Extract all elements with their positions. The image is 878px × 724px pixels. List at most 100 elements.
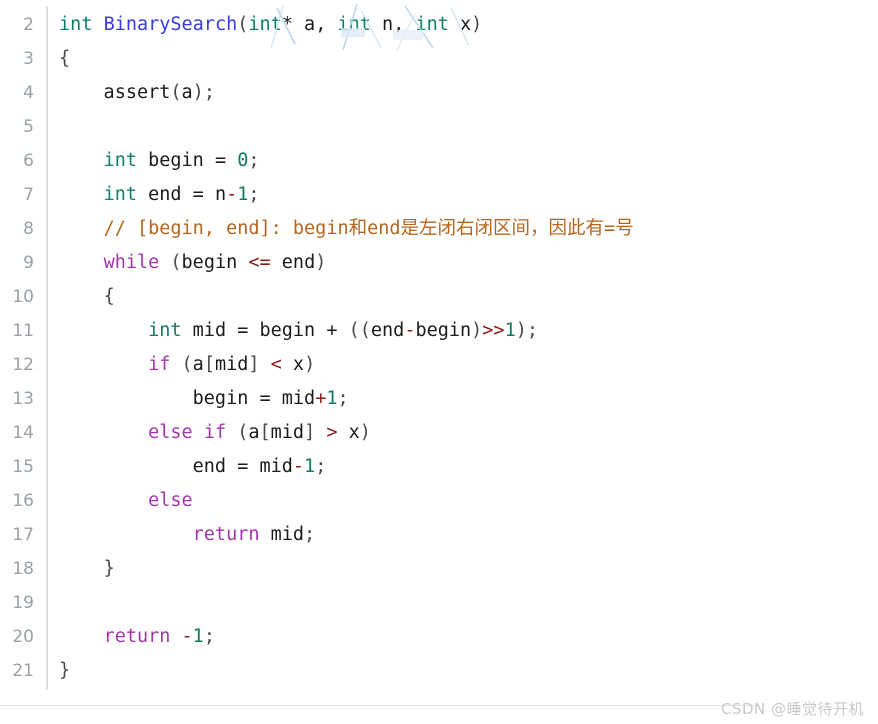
line-content[interactable] [45, 110, 878, 144]
code-lines-container[interactable]: 2 int BinarySearch(int* a, int n, int x) 3… [0, 8, 878, 688]
code-line[interactable]: 15 end = mid-1; [0, 450, 878, 484]
token-comment-cjk: 和 [348, 218, 368, 239]
line-number: 15 [12, 457, 34, 477]
token-punct: } [103, 558, 115, 579]
token-punct: ) [315, 252, 327, 273]
line-content[interactable] [45, 586, 878, 620]
line-content[interactable]: else if (a[mid] > x) [45, 416, 878, 450]
token-plain: x [281, 354, 305, 375]
token-comment-cjk: 是左闭右闭区间，因此有 [400, 218, 605, 239]
token-keyword: if [148, 354, 171, 375]
line-content[interactable]: return -1; [45, 620, 878, 654]
token-number: 0 [237, 150, 249, 171]
line-content[interactable]: { [45, 42, 878, 76]
code-line[interactable]: 21} [0, 654, 878, 688]
token-punct: ) [192, 82, 204, 103]
code-line[interactable]: 17 return mid; [0, 518, 878, 552]
token-plain: begin [415, 320, 472, 341]
line-content[interactable]: assert(a); [45, 76, 878, 110]
token-punct: ) [471, 320, 483, 341]
line-content[interactable]: int BinarySearch(int* a, int n, int x) [45, 8, 878, 42]
line-content[interactable]: // [begin, end]: begin和end是左闭右闭区间，因此有=号 [45, 212, 878, 246]
code-line[interactable]: 6 int begin = 0; [0, 144, 878, 178]
line-number: 21 [12, 661, 34, 681]
code-line[interactable]: 7 int end = n-1; [0, 178, 878, 212]
token-number: 1 [504, 320, 516, 341]
token-comment: // [begin, end]: begin [103, 218, 349, 239]
token-plain: mid [270, 422, 305, 443]
token-plain: end = n [136, 184, 227, 205]
token-punct: ; [248, 184, 260, 205]
line-content[interactable]: } [45, 552, 878, 586]
token-number: 1 [326, 388, 338, 409]
line-content[interactable]: if (a[mid] < x) [45, 348, 878, 382]
line-number: 14 [12, 423, 34, 443]
code-line[interactable]: 20 return -1; [0, 620, 878, 654]
token-plain: begin [181, 252, 249, 273]
code-line[interactable]: 13 begin = mid+1; [0, 382, 878, 416]
code-line[interactable]: 5 [0, 110, 878, 144]
token-plain: a [181, 82, 193, 103]
token-op: - [404, 320, 416, 341]
token-punct: ) [304, 354, 316, 375]
line-content[interactable]: { [45, 280, 878, 314]
line-content[interactable]: begin = mid+1; [45, 382, 878, 416]
code-line[interactable]: 11 int mid = begin + ((end-begin)>>1); [0, 314, 878, 348]
token-plain: assert [59, 82, 171, 103]
code-line[interactable]: 2 int BinarySearch(int* a, int n, int x) [0, 8, 878, 42]
code-line[interactable]: 16 else [0, 484, 878, 518]
code-line[interactable]: 8 // [begin, end]: begin和end是左闭右闭区间，因此有=… [0, 212, 878, 246]
token-punct: ; [315, 456, 327, 477]
bottom-divider [0, 705, 760, 706]
line-content[interactable]: return mid; [45, 518, 878, 552]
line-number: 8 [23, 219, 34, 239]
token-plain: end [270, 252, 316, 273]
token-op: + [315, 388, 327, 409]
token-type: int [148, 320, 182, 341]
line-content[interactable]: else [45, 484, 878, 518]
code-line[interactable]: 14 else if (a[mid] > x) [0, 416, 878, 450]
token-plain: end = mid [59, 456, 293, 477]
token-keyword: else [148, 490, 193, 511]
token-keyword: return [103, 626, 171, 647]
line-content[interactable]: end = mid-1; [45, 450, 878, 484]
token-type: int [59, 14, 93, 35]
code-line[interactable]: 9 while (begin <= end) [0, 246, 878, 280]
token-punct: ( [237, 422, 249, 443]
token-punct: ) [515, 320, 527, 341]
token-keyword: else [148, 422, 193, 443]
code-editor[interactable]: 2 int BinarySearch(int* a, int n, int x) 3… [0, 0, 878, 724]
token-punct: { [103, 286, 115, 307]
line-number: 20 [12, 627, 34, 647]
code-line[interactable]: 10 { [0, 280, 878, 314]
token-punct: ; [337, 388, 349, 409]
token-plain: begin = mid [59, 388, 316, 409]
line-content[interactable]: } [45, 654, 878, 688]
watermark-label: CSDN @睡觉待开机 [720, 700, 864, 718]
line-content[interactable]: int begin = 0; [45, 144, 878, 178]
line-number: 2 [23, 15, 34, 35]
token-punct: ] [248, 354, 260, 375]
code-line[interactable]: 19 [0, 586, 878, 620]
token-op: - [292, 456, 305, 477]
code-line[interactable]: 3{ [0, 42, 878, 76]
line-content[interactable]: int end = n-1; [45, 178, 878, 212]
token-plain: x [337, 422, 360, 443]
line-number: 10 [12, 287, 34, 307]
code-line[interactable]: 4 assert(a); [0, 76, 878, 110]
line-content[interactable]: while (begin <= end) [45, 246, 878, 280]
code-line[interactable]: 18 } [0, 552, 878, 586]
token-plain: a [192, 354, 204, 375]
line-content[interactable]: int mid = begin + ((end-begin)>>1); [45, 314, 878, 348]
token-comment: = [604, 218, 616, 239]
token-punct: { [59, 48, 71, 69]
token-plain: mid [259, 524, 305, 545]
token-punct: (( [348, 320, 371, 341]
code-line[interactable]: 12 if (a[mid] < x) [0, 348, 878, 382]
token-punct: ( [170, 252, 182, 273]
